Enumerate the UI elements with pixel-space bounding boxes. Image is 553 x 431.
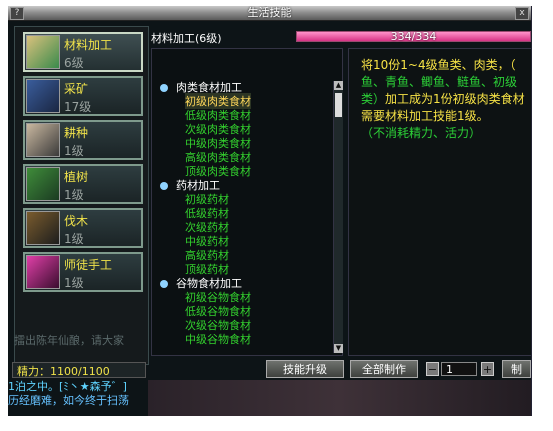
description-line-1: 将10份1~4级鱼类、肉类，（ bbox=[361, 58, 516, 72]
recipe-item[interactable]: 中级谷物食材 bbox=[185, 331, 251, 347]
recipe-description-panel: 将10份1~4级鱼类、肉类，（ 鱼、青鱼、鲫鱼、鲢鱼、初级 类）加工成为1份初级… bbox=[348, 48, 531, 356]
skill-level: 6级 bbox=[64, 56, 84, 70]
recipe-scrollbar[interactable]: ▲ ▼ bbox=[333, 81, 343, 353]
skill-tab[interactable]: 材料加工 6级 bbox=[23, 32, 143, 72]
description-line-3: 类）加工成为1份初级肉类食材 bbox=[361, 91, 531, 108]
collapse-toggle-icon[interactable] bbox=[160, 280, 168, 288]
crafting-icon bbox=[26, 255, 60, 289]
make-all-button[interactable]: 全部制作 bbox=[350, 360, 418, 378]
materials-icon bbox=[26, 35, 60, 69]
energy-text: 精力：1100/1100 bbox=[17, 365, 110, 378]
skill-name: 采矿 bbox=[64, 82, 89, 96]
skill-name: 材料加工 bbox=[64, 38, 113, 52]
skill-level: 1级 bbox=[64, 188, 84, 202]
tree-icon bbox=[26, 167, 60, 201]
life-skills-window: ? 生活技能 x 材料加工 6级 采矿 17级 耕种 1级 植树 1级 伐木 1级 师徒手工 1级 材… bbox=[8, 6, 532, 416]
description-line-5: （不消耗精力、活力） bbox=[361, 126, 482, 140]
recipe-description: 将10份1~4级鱼类、肉类，（ 鱼、青鱼、鲫鱼、鲢鱼、初级 类）加工成为1份初级… bbox=[361, 57, 531, 142]
scroll-up-arrow-icon[interactable]: ▲ bbox=[334, 81, 343, 90]
skill-level: 1级 bbox=[64, 144, 84, 158]
description-line-2: 鱼、青鱼、鲫鱼、鲢鱼、初级 bbox=[361, 75, 518, 89]
pickaxe-icon bbox=[26, 79, 60, 113]
recipe-header: 材料加工(6级) 334/334 bbox=[148, 26, 531, 48]
axe-icon bbox=[26, 211, 60, 245]
recipe-list-panel: 肉类食材加工 初级肉类食材 低级肉类食材 次级肉类食材 中级肉类食材 高级肉类食材 顶级肉类… bbox=[151, 48, 343, 356]
close-button[interactable]: x bbox=[515, 7, 529, 20]
skill-level-label: 材料加工(6级) bbox=[151, 32, 222, 45]
progress-text: 334/334 bbox=[390, 30, 437, 43]
quantity-input[interactable]: 1 bbox=[441, 362, 477, 376]
skill-progress-bar: 334/334 bbox=[296, 30, 531, 43]
quantity-decrease-button[interactable]: − bbox=[426, 362, 439, 376]
skill-level: 1级 bbox=[64, 276, 84, 290]
skill-list-panel: 材料加工 6级 采矿 17级 耕种 1级 植树 1级 伐木 1级 师徒手工 1级 bbox=[14, 26, 149, 365]
description-line-3-rest: 加工成为1份初级肉类食材 bbox=[385, 92, 525, 106]
make-button[interactable]: 制 bbox=[502, 360, 531, 378]
hoe-icon bbox=[26, 123, 60, 157]
skill-upgrade-button[interactable]: 技能升级 bbox=[266, 360, 344, 378]
chat-line: 1泊之中。[ﾐ丶★森予゛] bbox=[8, 380, 127, 393]
chat-line: 历经磨难，如今终于扫荡 bbox=[8, 394, 129, 407]
title-bar: ? 生活技能 x bbox=[8, 6, 531, 21]
skill-name: 伐木 bbox=[64, 214, 89, 228]
description-line-3-green: 类） bbox=[361, 92, 386, 106]
skill-name: 师徒手工 bbox=[64, 258, 113, 272]
skill-name: 植树 bbox=[64, 170, 89, 184]
quantity-increase-button[interactable]: + bbox=[481, 362, 494, 376]
chat-log: 1泊之中。[ﾐ丶★森予゛] 历经磨难，如今终于扫荡 bbox=[8, 380, 148, 416]
skill-name: 耕种 bbox=[64, 126, 89, 140]
collapse-toggle-icon[interactable] bbox=[160, 182, 168, 190]
window-title: 生活技能 bbox=[247, 6, 292, 19]
skill-tab[interactable]: 植树 1级 bbox=[23, 164, 143, 204]
recipe-list: 肉类食材加工 初级肉类食材 低级肉类食材 次级肉类食材 中级肉类食材 高级肉类食材 顶级肉类… bbox=[160, 79, 330, 355]
skill-level: 1级 bbox=[64, 232, 84, 246]
description-line-4: 需要材料加工技能1级。 bbox=[361, 109, 489, 123]
collapse-toggle-icon[interactable] bbox=[160, 84, 168, 92]
energy-status: 精力：1100/1100 bbox=[12, 362, 146, 378]
skill-tab[interactable]: 采矿 17级 bbox=[23, 76, 143, 116]
background-world-text: 擂出陈年仙酿，请大家 bbox=[14, 334, 124, 347]
scroll-thumb[interactable] bbox=[335, 93, 342, 117]
world-background bbox=[148, 380, 531, 416]
screenshot-frame: ? 生活技能 x 材料加工 6级 采矿 17级 耕种 1级 植树 1级 伐木 1级 师徒手工 1级 材… bbox=[0, 0, 553, 431]
skill-tab[interactable]: 耕种 1级 bbox=[23, 120, 143, 160]
skill-level: 17级 bbox=[64, 100, 92, 114]
skill-tab[interactable]: 伐木 1级 bbox=[23, 208, 143, 248]
scroll-down-arrow-icon[interactable]: ▼ bbox=[334, 344, 343, 353]
skill-tab[interactable]: 师徒手工 1级 bbox=[23, 252, 143, 292]
